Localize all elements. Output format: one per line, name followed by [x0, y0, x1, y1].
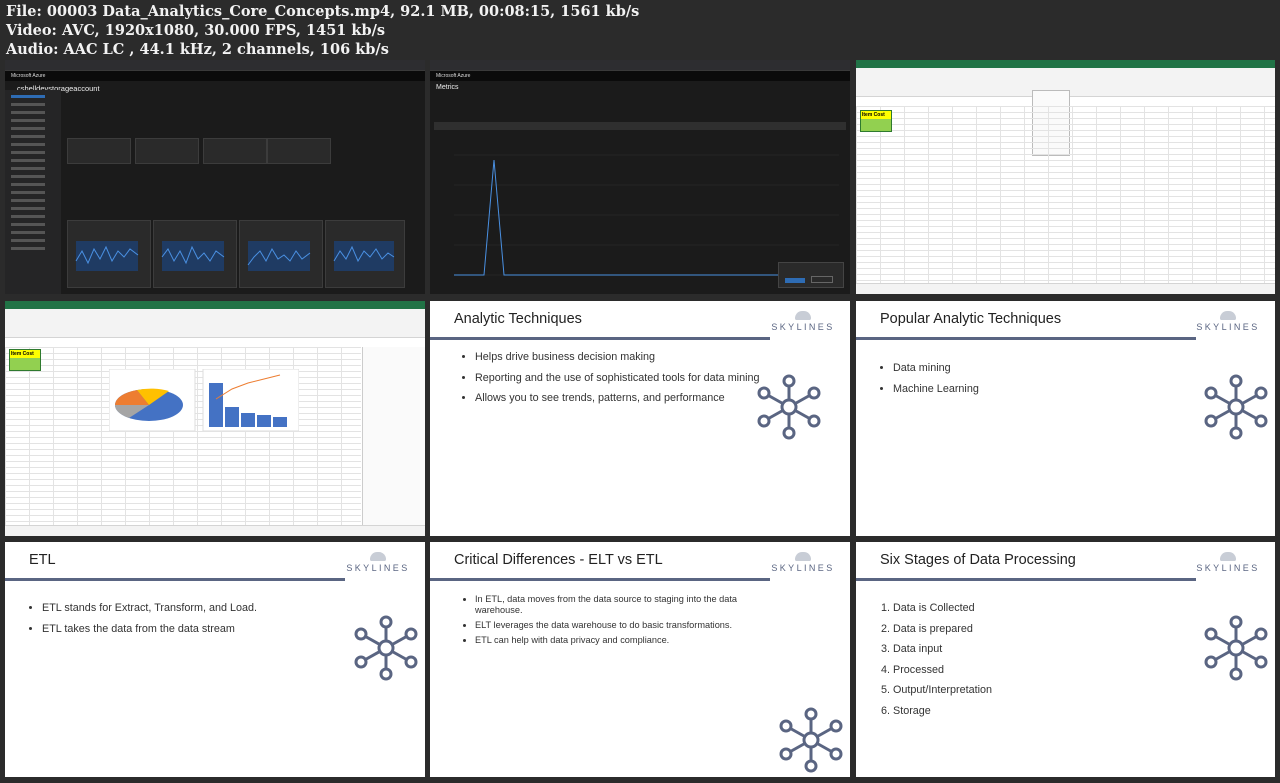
metric-sparkline: [75, 241, 139, 271]
list-item: ETL stands for Extract, Transform, and L…: [42, 602, 257, 614]
skylines-logo: SKYLINES: [1191, 552, 1265, 573]
browser-tabbar: [5, 60, 425, 71]
cloud-icon: [795, 311, 811, 320]
frame-excel-charts[interactable]: Item Cost: [5, 301, 425, 536]
slide-title: Popular Analytic Techniques: [880, 311, 1062, 327]
skylines-logo: SKYLINES: [1191, 311, 1265, 332]
slide-popular-analytic-techniques: Popular Analytic Techniques SKYLINES Dat…: [856, 301, 1275, 536]
excel-title-bar: [5, 301, 425, 309]
frame-excel-blank[interactable]: Item Cost: [856, 60, 1275, 294]
file-info: File: 00003 Data_Analytics_Core_Concepts…: [6, 2, 639, 59]
cloud-icon: [370, 552, 386, 561]
popup-cancel-button[interactable]: [811, 276, 833, 283]
network-hub-icon: [1204, 615, 1268, 681]
frame-azure-metrics[interactable]: Microsoft Azure Metrics: [430, 60, 850, 294]
network-hub-icon: [1204, 374, 1268, 440]
list-item: Data input: [893, 643, 992, 655]
metric-card[interactable]: [325, 220, 405, 288]
frame-azure-overview[interactable]: Microsoft Azure cshelldevstorageaccount: [5, 60, 425, 294]
excel-status-bar: [5, 525, 425, 536]
video-info-line: Video: AVC, 1920x1080, 30.000 FPS, 1451 …: [6, 22, 386, 39]
network-hub-icon: [779, 707, 843, 773]
azure-sidebar[interactable]: [5, 90, 61, 294]
numbered-list: Data is Collected Data is prepared Data …: [876, 602, 992, 725]
network-hub-icon: [757, 374, 821, 440]
title-rule: [430, 578, 770, 581]
list-item: Output/Interpretation: [893, 684, 992, 696]
slide-title: ETL: [29, 552, 56, 568]
list-item: Data is prepared: [893, 623, 992, 635]
browser-tabbar: [430, 60, 850, 71]
skylines-logo: SKYLINES: [766, 311, 840, 332]
slide-analytic-techniques: Analytic Techniques SKYLINES Helps drive…: [430, 301, 850, 536]
slide-title: Analytic Techniques: [454, 311, 582, 327]
metric-sparkline: [161, 241, 225, 271]
title-rule: [5, 578, 345, 581]
cloud-icon: [1220, 552, 1236, 561]
slide-title: Critical Differences - ELT vs ETL: [454, 552, 663, 568]
service-card[interactable]: [135, 138, 199, 164]
table-header: Item Cost: [10, 350, 40, 358]
slide-etl: ETL SKYLINES ETL stands for Extract, Tra…: [5, 542, 425, 777]
bullet-list: In ETL, data moves from the data source …: [458, 594, 775, 650]
slide-title: Six Stages of Data Processing: [880, 552, 1076, 568]
bullet-list: Data mining Machine Learning: [876, 362, 979, 403]
metric-card[interactable]: [153, 220, 237, 288]
list-item: Data is Collected: [893, 602, 992, 614]
azure-top-bar: Microsoft Azure: [5, 71, 425, 81]
metric-card[interactable]: [239, 220, 323, 288]
list-item: ETL takes the data from the data stream: [42, 623, 257, 635]
title-rule: [856, 578, 1196, 581]
list-item: Machine Learning: [893, 383, 979, 395]
excel-grid[interactable]: [856, 106, 1275, 284]
service-card[interactable]: [203, 138, 267, 164]
excel-title-bar: [856, 60, 1275, 68]
excel-ribbon[interactable]: [5, 309, 425, 338]
skylines-logo: SKYLINES: [341, 552, 415, 573]
title-rule: [430, 337, 770, 340]
table-header: Item Cost: [861, 111, 891, 119]
title-rule: [856, 337, 1196, 340]
notification-popup[interactable]: [778, 262, 844, 288]
list-item: Allows you to see trends, patterns, and …: [475, 392, 760, 404]
list-item: ETL can help with data privacy and compl…: [475, 635, 775, 646]
list-item: Data mining: [893, 362, 979, 374]
network-hub-icon: [354, 615, 418, 681]
charts-preview: [109, 369, 299, 431]
slide-critical-differences: Critical Differences - ELT vs ETL SKYLIN…: [430, 542, 850, 777]
list-item: Reporting and the use of sophisticated t…: [475, 372, 760, 384]
bullet-list: Helps drive business decision making Rep…: [458, 351, 760, 413]
cloud-icon: [1220, 311, 1236, 320]
item-cost-table[interactable]: Item Cost: [860, 110, 892, 132]
slide-six-stages: Six Stages of Data Processing SKYLINES D…: [856, 542, 1275, 777]
file-info-line: File: 00003 Data_Analytics_Core_Concepts…: [6, 3, 640, 20]
format-shape-pane[interactable]: [362, 347, 425, 526]
skylines-logo: SKYLINES: [766, 552, 840, 573]
metric-sparkline: [333, 241, 395, 271]
service-card[interactable]: [267, 138, 331, 164]
service-card[interactable]: [67, 138, 131, 164]
list-item: Storage: [893, 705, 992, 717]
azure-top-bar: Microsoft Azure: [430, 71, 850, 81]
excel-status-bar: [856, 283, 1275, 294]
list-item: In ETL, data moves from the data source …: [475, 594, 775, 616]
list-item: ELT leverages the data warehouse to do b…: [475, 620, 775, 631]
audio-info-line: Audio: AAC LC , 44.1 kHz, 2 channels, 10…: [6, 41, 389, 58]
popup-ok-button[interactable]: [785, 278, 805, 283]
metric-card[interactable]: [67, 220, 151, 288]
list-item: Processed: [893, 664, 992, 676]
metric-sparkline: [247, 241, 311, 271]
item-cost-table[interactable]: Item Cost: [9, 349, 41, 371]
metrics-title: Metrics: [436, 84, 459, 91]
metrics-toolbar[interactable]: [434, 122, 846, 130]
list-item: Helps drive business decision making: [475, 351, 760, 363]
bullet-list: ETL stands for Extract, Transform, and L…: [25, 602, 257, 643]
cloud-icon: [795, 552, 811, 561]
